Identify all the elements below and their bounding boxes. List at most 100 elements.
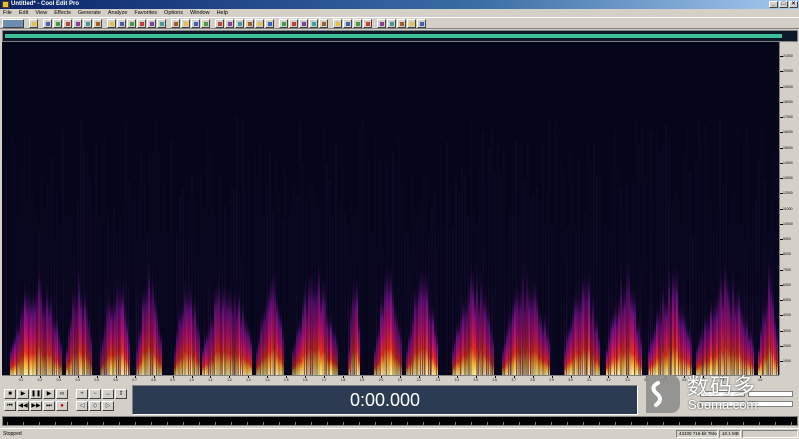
spectral-noise xyxy=(371,230,373,375)
spectral-harmonic xyxy=(78,234,79,375)
zoom-right-icon[interactable]: ▷ xyxy=(102,401,114,411)
paste-icon[interactable] xyxy=(235,18,244,28)
meter-tick xyxy=(759,422,760,425)
repeat-icon[interactable] xyxy=(265,18,274,28)
save-icon[interactable] xyxy=(353,18,362,28)
spectral-harmonic xyxy=(616,250,617,375)
mix-paste-icon-glyph xyxy=(248,21,252,26)
copy-icon-glyph xyxy=(228,21,232,26)
cut-icon[interactable] xyxy=(215,18,224,28)
spectral-harmonic xyxy=(706,275,707,375)
copy-icon[interactable] xyxy=(73,18,82,28)
meter-tick xyxy=(567,422,568,425)
open-icon[interactable] xyxy=(343,18,352,28)
view-waveform-icon[interactable] xyxy=(289,18,298,28)
menu-options[interactable]: Options xyxy=(164,10,183,16)
repeat-icon-glyph xyxy=(268,21,272,26)
spectral-column xyxy=(246,317,248,375)
open-icon[interactable] xyxy=(191,18,200,28)
spectral-harmonic xyxy=(150,278,151,375)
new-icon[interactable] xyxy=(29,18,38,28)
zoom-selection-icon[interactable]: ◇ xyxy=(89,401,101,411)
maximize-button[interactable]: □ xyxy=(779,1,788,8)
trim-icon[interactable] xyxy=(127,18,136,28)
spectral-harmonic xyxy=(762,243,763,375)
spectral-column xyxy=(10,345,12,375)
record-button[interactable]: ● xyxy=(56,401,68,411)
meter-tick xyxy=(631,422,632,425)
close-button[interactable]: × xyxy=(789,1,798,8)
spectral-column xyxy=(14,332,16,375)
spectral-harmonic xyxy=(100,288,101,375)
cut-icon[interactable] xyxy=(363,18,372,28)
repeat-icon[interactable] xyxy=(117,18,126,28)
repeat-icon[interactable] xyxy=(417,18,426,28)
undo-icon[interactable] xyxy=(107,18,116,28)
spectral-column xyxy=(764,303,766,375)
settings-icon[interactable] xyxy=(319,18,328,28)
spectral-harmonic xyxy=(46,272,47,375)
toolbar-separator xyxy=(373,19,376,28)
stop-button[interactable]: ■ xyxy=(4,389,16,399)
menu-generate[interactable]: Generate xyxy=(78,10,101,16)
spectral-noise xyxy=(449,195,451,375)
cut-icon[interactable] xyxy=(63,18,72,28)
go-start-button[interactable]: ⏮ xyxy=(4,401,16,411)
multitrack-toggle-button[interactable] xyxy=(2,18,24,28)
zoom-out-icon[interactable]: − xyxy=(89,389,101,399)
save-icon[interactable] xyxy=(201,18,210,28)
mix-paste-icon[interactable] xyxy=(397,18,406,28)
menu-window[interactable]: Window xyxy=(190,10,210,16)
undo-icon[interactable] xyxy=(407,18,416,28)
view-spectral-icon[interactable] xyxy=(147,18,156,28)
save-icon[interactable] xyxy=(53,18,62,28)
spectral-noise xyxy=(362,116,364,375)
visible-range-bar[interactable] xyxy=(5,34,782,38)
menu-file[interactable]: File xyxy=(3,10,12,16)
new-icon[interactable] xyxy=(181,18,190,28)
view-waveform-icon[interactable] xyxy=(137,18,146,28)
zoom-vertical-in-icon[interactable]: ⇕ xyxy=(115,389,127,399)
menu-effects[interactable]: Effects xyxy=(54,10,71,16)
undo-icon[interactable] xyxy=(255,18,264,28)
menu-view[interactable]: View xyxy=(35,10,47,16)
open-icon[interactable] xyxy=(43,18,52,28)
go-end-button[interactable]: ⏭ xyxy=(43,401,55,411)
meter-tick xyxy=(279,422,280,425)
title-bar[interactable]: Untitled* - Cool Edit Pro _ □ × xyxy=(0,0,799,9)
minimize-button[interactable]: _ xyxy=(769,1,778,8)
mix-paste-icon[interactable] xyxy=(245,18,254,28)
menu-analyze[interactable]: Analyze xyxy=(108,10,128,16)
settings-icon[interactable] xyxy=(171,18,180,28)
paste-icon[interactable] xyxy=(83,18,92,28)
menu-edit[interactable]: Edit xyxy=(19,10,28,16)
view-spectral-icon[interactable] xyxy=(299,18,308,28)
copy-icon[interactable] xyxy=(377,18,386,28)
play-loop-button[interactable]: ▶ xyxy=(43,389,55,399)
zoom-icon[interactable] xyxy=(309,18,318,28)
new-icon[interactable] xyxy=(333,18,342,28)
mix-paste-icon-glyph xyxy=(400,21,404,26)
rewind-button[interactable]: ◀◀ xyxy=(17,401,29,411)
trim-icon[interactable] xyxy=(279,18,288,28)
spectral-harmonic xyxy=(686,285,687,375)
zoom-full-icon[interactable]: ↔ xyxy=(102,389,114,399)
paste-icon[interactable] xyxy=(387,18,396,28)
zoom-in-icon[interactable]: + xyxy=(76,389,88,399)
loop-button[interactable]: ∞ xyxy=(56,389,68,399)
zoom-left-icon[interactable]: ◁ xyxy=(76,401,88,411)
meter-tick xyxy=(135,422,136,425)
meter-tick xyxy=(695,422,696,425)
waveform-overview[interactable] xyxy=(2,30,798,42)
copy-icon[interactable] xyxy=(225,18,234,28)
forward-button[interactable]: ▶▶ xyxy=(30,401,42,411)
mix-paste-icon[interactable] xyxy=(93,18,102,28)
new-icon-glyph xyxy=(32,21,36,26)
menu-help[interactable]: Help xyxy=(217,10,228,16)
play-button[interactable]: ▶ xyxy=(17,389,29,399)
transport-controls: ■ ▶ ❚❚ ▶ ∞ ⏮ ◀◀ ▶▶ ⏭ ● xyxy=(2,385,74,415)
zoom-icon[interactable] xyxy=(157,18,166,28)
pause-button[interactable]: ❚❚ xyxy=(30,389,42,399)
menu-favorites[interactable]: Favorites xyxy=(134,10,157,16)
spectral-view[interactable] xyxy=(2,42,779,375)
